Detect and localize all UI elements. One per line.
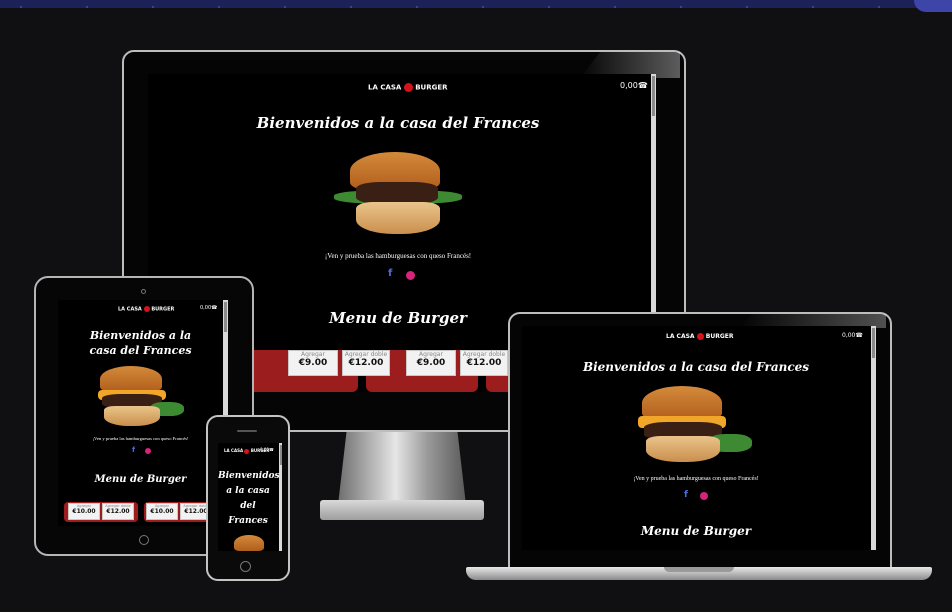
site-logo[interactable]: LA CASA BURGER — [368, 83, 448, 92]
site-logo[interactable]: LA CASA BURGER — [666, 333, 733, 340]
menu-card-add[interactable]: Agregar €10.00 — [146, 503, 178, 520]
top-bar-dot — [152, 6, 154, 8]
menu-card-add-double[interactable]: Agregar doble €12.00 — [342, 350, 390, 376]
logo-badge-icon — [403, 83, 413, 92]
hero-tagline: ¡Ven y prueba las hamburguesas con queso… — [633, 476, 759, 482]
logo-left-text: LA CASA — [368, 83, 402, 92]
instagram-icon[interactable] — [145, 448, 151, 454]
hero-title-line: del — [240, 501, 256, 511]
menu-title: Menu de Burger — [640, 524, 752, 538]
top-bar-dot — [482, 6, 484, 8]
top-bar-dot — [548, 6, 550, 8]
cart-button[interactable]: 0,00☎ — [260, 447, 274, 452]
phone-scrollbar[interactable] — [279, 443, 282, 551]
menu-card-add[interactable]: Agregar €9.00 — [288, 350, 338, 376]
phone-scroll-thumb[interactable] — [280, 445, 282, 465]
top-bar-dot — [284, 6, 286, 8]
cart-icon: ☎ — [268, 447, 274, 452]
laptop-scroll-thumb[interactable] — [872, 328, 875, 358]
top-bar-dot — [86, 6, 88, 8]
laptop-scrollbar[interactable] — [871, 326, 876, 550]
cart-button[interactable]: 0,00☎ — [200, 305, 217, 311]
laptop-notch — [664, 567, 734, 572]
menu-card-add-double[interactable]: Agregar doble €12.00 — [460, 350, 508, 376]
hero-burger-image — [94, 366, 186, 430]
top-bar-dot — [416, 6, 418, 8]
instagram-icon[interactable] — [406, 271, 415, 280]
facebook-icon[interactable]: f — [132, 446, 135, 454]
top-bar-dot — [20, 6, 22, 8]
hero-burger-image — [232, 535, 266, 551]
cart-icon: ☎ — [211, 305, 218, 311]
hero-burger-image — [328, 148, 468, 243]
tablet-camera-icon — [141, 289, 146, 294]
hero-title: Bienvenidos a la casa del Frances — [256, 114, 540, 132]
logo-badge-icon — [244, 448, 250, 454]
monitor-stand-base — [320, 500, 484, 520]
logo-badge-icon — [143, 306, 150, 312]
top-bar-dot — [746, 6, 748, 8]
top-bar-corner — [914, 0, 952, 12]
logo-badge-icon — [696, 333, 704, 340]
top-bar-dot — [878, 6, 880, 8]
top-bar-dot — [680, 6, 682, 8]
menu-title: Menu de Burger — [94, 474, 187, 485]
top-bar-dot — [218, 6, 220, 8]
top-bar-dot — [812, 6, 814, 8]
phone-speaker — [237, 430, 257, 432]
cart-button[interactable]: 0,00☎ — [842, 332, 863, 339]
hero-title: Bienvenidos a la casa del Frances — [89, 329, 192, 357]
hero-tagline: ¡Ven y prueba las hamburguesas con queso… — [92, 436, 189, 441]
tablet-screen: LA CASA BURGER 0,00☎ Bienvenidos a la ca… — [58, 300, 228, 526]
site-logo[interactable]: LA CASA BURGER — [118, 306, 174, 313]
menu-card-add[interactable]: Agregar €10.00 — [68, 503, 100, 520]
cart-button[interactable]: 0,00☎ — [620, 81, 648, 90]
top-bar-dot — [614, 6, 616, 8]
cart-icon: ☎ — [855, 332, 863, 339]
hero-title-line: Bienvenidos — [218, 471, 280, 481]
top-bar-dot — [350, 6, 352, 8]
phone-home-button[interactable] — [240, 561, 251, 572]
cart-icon: ☎ — [637, 81, 648, 90]
instagram-icon[interactable] — [700, 492, 708, 500]
menu-card-add-double[interactable]: Agregar doble €12.00 — [102, 503, 134, 520]
top-bar — [0, 0, 952, 12]
laptop-screen: LA CASA BURGER 0,00☎ Bienvenidos a la ca… — [522, 326, 876, 550]
hero-tagline: ¡Ven y prueba las hamburguesas con queso… — [324, 252, 472, 260]
facebook-icon[interactable]: f — [684, 490, 688, 500]
monitor-scroll-thumb[interactable] — [652, 76, 655, 116]
logo-right-text: BURGER — [415, 83, 448, 92]
cart-total: 0,00 — [620, 81, 638, 90]
hero-title-line: Frances — [228, 516, 268, 526]
hero-burger-image — [634, 384, 754, 470]
hero-title: Bienvenidos a la casa del Frances — [582, 360, 810, 374]
tablet-home-button[interactable] — [139, 535, 149, 545]
facebook-icon[interactable]: f — [388, 268, 392, 279]
phone-screen: LA CASA BURGER 0,00☎ Bienvenidos a la ca… — [218, 443, 282, 551]
tablet-scroll-thumb[interactable] — [224, 302, 227, 332]
hero-title-line: a la casa — [226, 486, 270, 496]
menu-card-add[interactable]: Agregar €9.00 — [406, 350, 456, 376]
